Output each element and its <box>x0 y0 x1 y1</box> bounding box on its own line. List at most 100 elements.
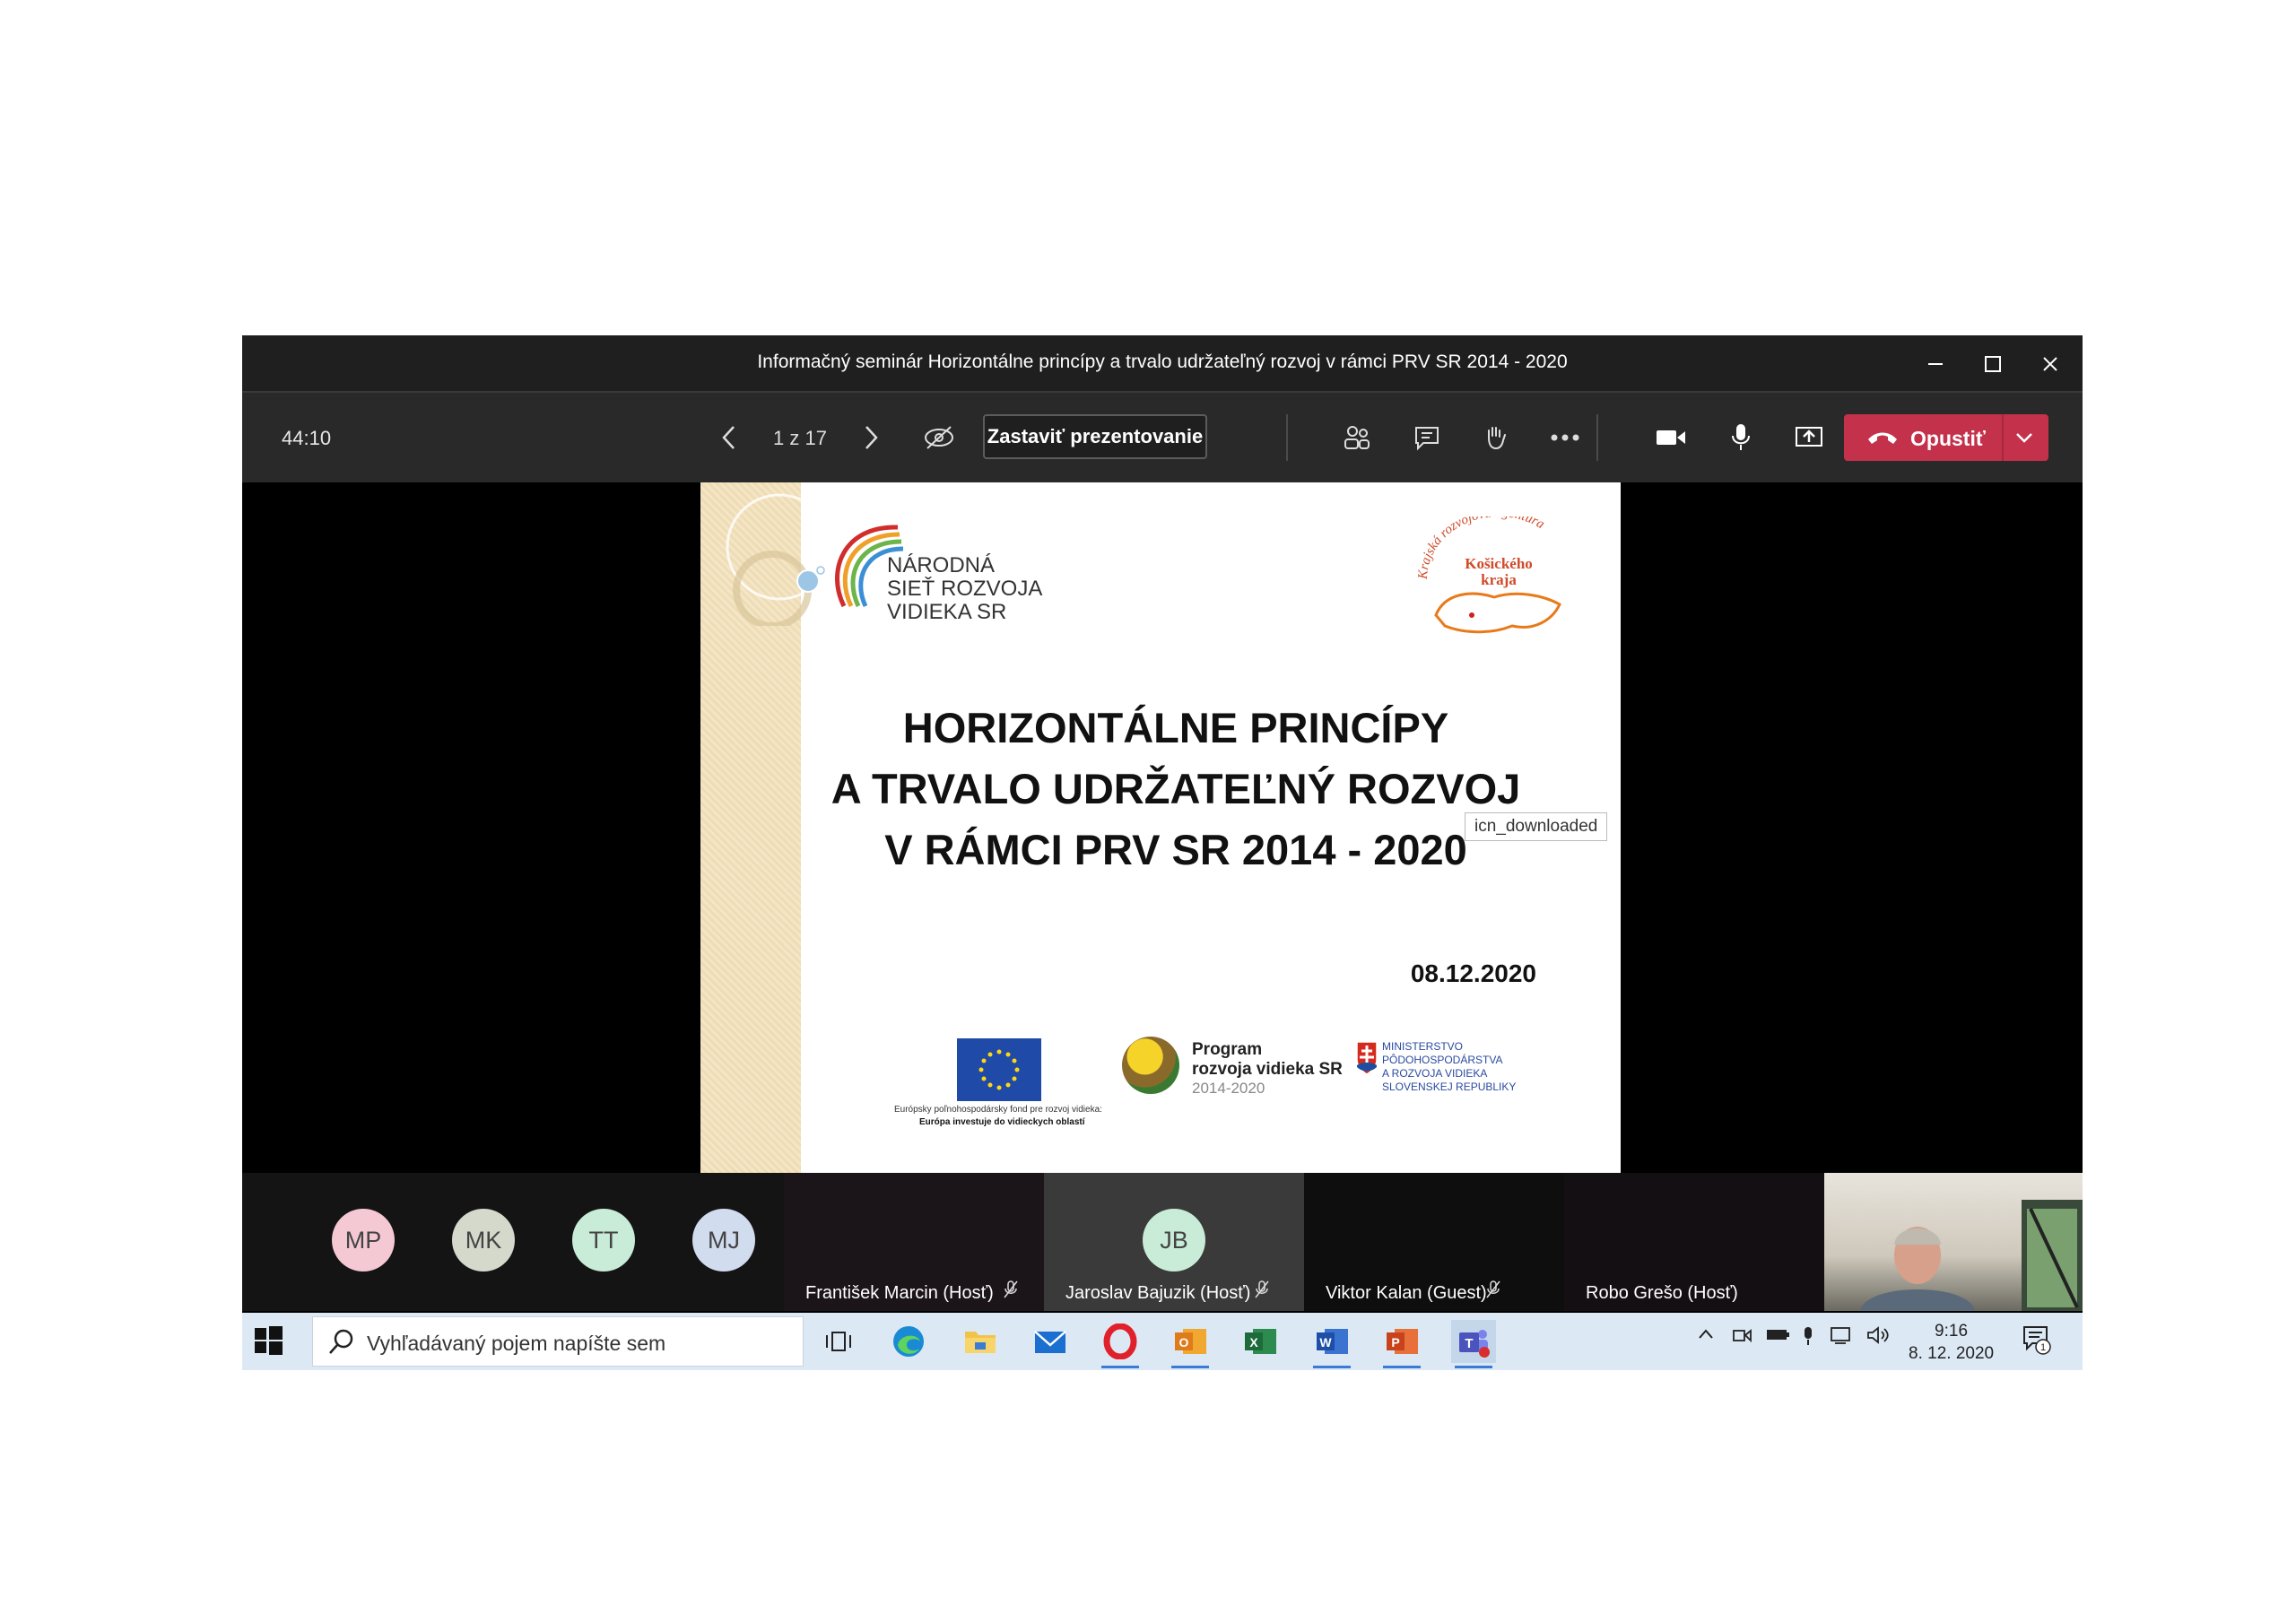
maximize-icon[interactable] <box>1975 346 2011 382</box>
avatar: JB <box>1143 1209 1205 1271</box>
avatar-initials: JB <box>1160 1226 1188 1254</box>
slide-counter: 1 z 17 <box>773 427 827 449</box>
meeting-timer: 44:10 <box>282 427 332 449</box>
stop-presenting-button[interactable]: Zastaviť prezentovanie <box>983 414 1207 459</box>
search-icon <box>329 1329 353 1354</box>
minimize-icon[interactable] <box>1918 346 1953 382</box>
participant-tile[interactable]: Robo Grešo (Hosť) <box>1564 1173 1824 1311</box>
leave-button[interactable]: Opustiť <box>1844 414 2048 461</box>
participant-tile[interactable]: František Marcin (Hosť) <box>784 1173 1044 1311</box>
avatar[interactable]: MP <box>332 1209 395 1271</box>
svg-text:P: P <box>1391 1335 1399 1350</box>
avatar[interactable]: MK <box>452 1209 515 1271</box>
avatar-initials: MJ <box>708 1226 740 1254</box>
ministry-line-4: SLOVENSKEJ REPUBLIKY <box>1382 1081 1517 1093</box>
svg-text:X: X <box>1249 1335 1258 1350</box>
slide-heading: HORIZONTÁLNE PRINCÍPY A TRVALO UDRŽATEĽN… <box>817 698 1535 881</box>
teams-meeting-window: Informačný seminár Horizontálne princípy… <box>242 335 2083 1370</box>
participant-tile[interactable]: JB Jaroslav Bajuzik (Hosť) <box>1044 1173 1304 1311</box>
eu-caption-1: Európsky poľnohospodársky fond pre rozvo… <box>894 1105 1102 1115</box>
participants-strip: MP MK TT MJ František Marcin (Hosť) JB J… <box>242 1173 2083 1311</box>
show-hidden-icons-icon[interactable] <box>1697 1325 1715 1349</box>
leave-label: Opustiť <box>1910 427 1986 450</box>
next-slide-icon[interactable] <box>848 415 893 460</box>
avatar-initials: TT <box>588 1226 619 1254</box>
teams-icon[interactable]: T <box>1451 1320 1496 1368</box>
heading-line-2: A TRVALO UDRŽATEĽNÝ ROZVOJ <box>831 765 1521 812</box>
avatar[interactable]: MJ <box>692 1209 755 1271</box>
self-video-feed <box>1860 1200 2083 1311</box>
chevron-down-icon[interactable] <box>2013 427 2036 448</box>
edge-browser-icon[interactable] <box>886 1320 931 1363</box>
phone-hangup-icon <box>1868 432 1897 444</box>
heading-line-1: HORIZONTÁLNE PRINCÍPY <box>902 704 1449 751</box>
network-icon[interactable] <box>1830 1325 1855 1350</box>
heading-line-3: V RÁMCI PRV SR 2014 - 2020 <box>884 826 1467 873</box>
active-app-indicator <box>1383 1366 1421 1368</box>
avatar-initials: MK <box>465 1226 502 1254</box>
nsrv-line-3: VIDIEKA SR <box>887 600 1007 624</box>
downloaded-tooltip: icn_downloaded <box>1465 812 1608 841</box>
self-video-tile[interactable] <box>1824 1173 2083 1311</box>
outlook-icon[interactable]: O <box>1168 1320 1213 1368</box>
volume-icon[interactable] <box>1866 1325 1891 1350</box>
close-icon[interactable] <box>2032 346 2068 382</box>
meeting-toolbar: 44:10 1 z 17 Zastaviť prezentovanie Opus… <box>242 393 2083 482</box>
ministry-line-1: MINISTERSTVO <box>1382 1040 1464 1053</box>
battery-icon[interactable] <box>1765 1325 1790 1349</box>
svg-text:T: T <box>1465 1336 1473 1351</box>
avatar[interactable]: TT <box>572 1209 635 1271</box>
taskbar-search-box[interactable]: Vyhľadávaný pojem napíšte sem <box>312 1316 804 1367</box>
notification-count: 1 <box>2040 1342 2046 1353</box>
prv-line-2: rozvoja vidieka SR <box>1192 1060 1343 1079</box>
opera-browser-icon[interactable] <box>1098 1320 1143 1368</box>
participant-tile[interactable]: Viktor Kalan (Guest) <box>1304 1173 1564 1311</box>
windows-start-icon[interactable] <box>253 1325 283 1356</box>
title-bar: Informačný seminár Horizontálne princípy… <box>242 335 2083 393</box>
camera-icon[interactable] <box>1648 415 1693 460</box>
chat-icon[interactable] <box>1405 415 1449 460</box>
participants-icon[interactable] <box>1335 415 1379 460</box>
window-title: Informačný seminár Horizontálne princípy… <box>757 352 1568 372</box>
mail-icon[interactable] <box>1028 1320 1073 1363</box>
prv-logo <box>1122 1037 1179 1094</box>
word-icon[interactable]: W <box>1309 1320 1354 1368</box>
ministry-line-2: PÔDOHOSPODÁRSTVA <box>1382 1054 1503 1066</box>
prv-line-1: Program <box>1192 1040 1263 1059</box>
eu-flag-logo <box>957 1038 1041 1101</box>
eye-hidden-icon[interactable] <box>917 415 961 460</box>
microphone-icon[interactable] <box>1718 415 1763 460</box>
active-app-indicator <box>1101 1366 1139 1368</box>
ksk-agency-logo: Krajská rozvojová agentúra Košického kra… <box>1416 516 1561 634</box>
svg-text:W: W <box>1319 1335 1332 1350</box>
prv-line-3: 2014-2020 <box>1192 1080 1265 1097</box>
leave-split-divider <box>2002 414 2004 461</box>
participant-name: Viktor Kalan (Guest) <box>1326 1283 1487 1303</box>
toolbar-divider <box>1596 414 1598 461</box>
slovak-coat-of-arms-icon <box>1356 1041 1378 1075</box>
ministry-line-3: A ROZVOJA VIDIEKA <box>1382 1067 1488 1080</box>
clock-date: 8. 12. 2020 <box>1909 1344 1995 1363</box>
ksk-line-3: kraja <box>1481 571 1517 588</box>
task-view-icon[interactable] <box>816 1320 861 1363</box>
mic-muted-icon <box>1254 1280 1270 1304</box>
notifications-icon[interactable]: 1 <box>2022 1324 2052 1361</box>
active-app-indicator <box>1455 1366 1492 1368</box>
meet-now-icon[interactable] <box>1731 1325 1752 1350</box>
file-explorer-icon[interactable] <box>958 1320 1003 1363</box>
share-screen-icon[interactable] <box>1787 415 1831 460</box>
powerpoint-icon[interactable]: P <box>1379 1320 1424 1368</box>
mic-muted-icon <box>1003 1280 1019 1304</box>
eu-caption-2: Európa investuje do vidieckych oblastí <box>919 1117 1085 1127</box>
previous-slide-icon[interactable] <box>707 415 752 460</box>
raise-hand-icon[interactable] <box>1473 415 1518 460</box>
more-actions-icon[interactable] <box>1543 415 1587 460</box>
microphone-in-use-icon[interactable] <box>1801 1325 1815 1352</box>
toolbar-divider <box>1286 414 1288 461</box>
taskbar-clock[interactable]: 9:16 8. 12. 2020 <box>1909 1320 1994 1365</box>
active-app-indicator <box>1171 1366 1209 1368</box>
nsrv-line-1: NÁRODNÁ <box>887 553 996 577</box>
slide-date: 08.12.2020 <box>1410 959 1536 987</box>
excel-icon[interactable]: X <box>1238 1320 1283 1363</box>
ksk-line-2: Košického <box>1465 555 1533 572</box>
